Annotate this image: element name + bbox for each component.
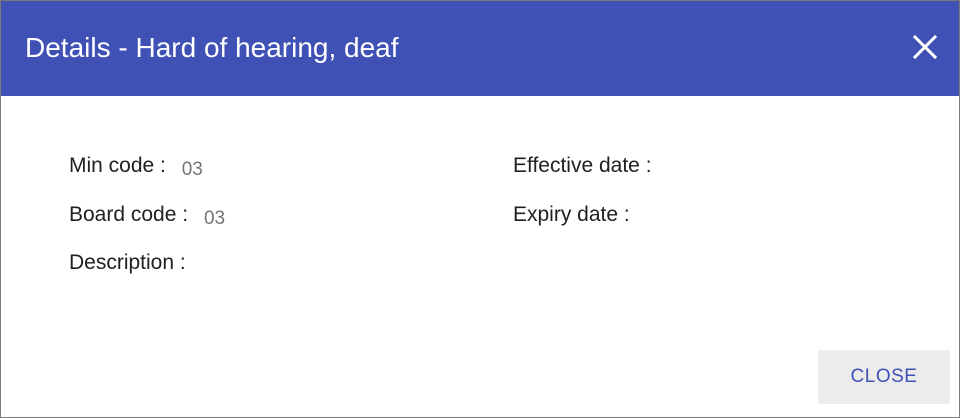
close-icon-glyph — [912, 34, 938, 60]
close-button[interactable]: CLOSE — [818, 350, 950, 404]
description-field: Description : — [69, 248, 196, 279]
close-icon[interactable] — [905, 27, 945, 67]
dialog-body: Min code : 03 Board code : 03 Descriptio… — [1, 96, 959, 417]
expiry-date-label: Expiry date : — [513, 203, 630, 226]
expiry-date-field: Expiry date : — [513, 200, 640, 231]
details-dialog: Details - Hard of hearing, deaf Min code… — [0, 0, 960, 418]
min-code-field: Min code : 03 — [69, 151, 203, 182]
effective-date-field: Effective date : — [513, 151, 662, 182]
board-code-label: Board code : — [69, 203, 189, 226]
dialog-header: Details - Hard of hearing, deaf — [1, 1, 959, 96]
board-code-field: Board code : 03 — [69, 200, 225, 231]
dialog-title: Details - Hard of hearing, deaf — [25, 32, 399, 63]
min-code-value: 03 — [181, 159, 203, 180]
board-code-value: 03 — [203, 208, 226, 229]
min-code-label: Min code : — [69, 154, 166, 177]
effective-date-label: Effective date : — [513, 154, 652, 177]
description-label: Description : — [69, 251, 186, 274]
